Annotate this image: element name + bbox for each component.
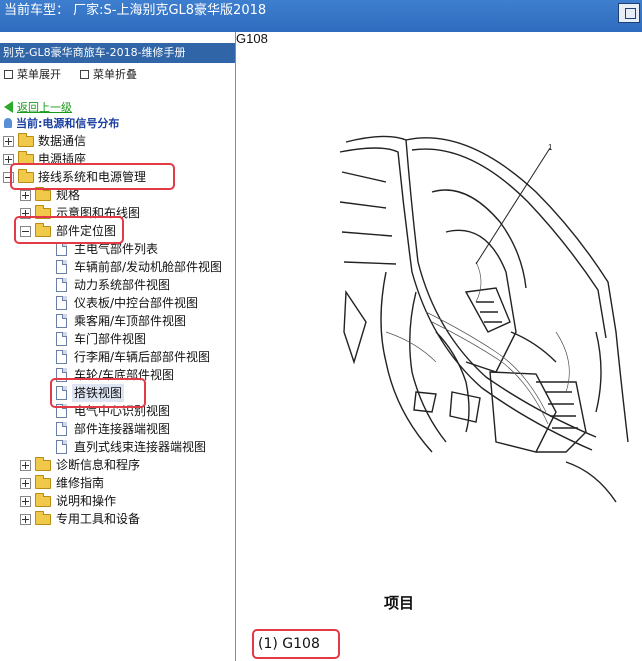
item-caption: 项目	[384, 594, 415, 612]
folder-icon	[35, 511, 51, 525]
component-diagram: G108 1	[236, 32, 629, 503]
highlight-box-wiring-power	[10, 163, 175, 190]
folder-icon	[35, 187, 51, 201]
window-title-bar: 当前车型： 厂家:S-上海别克GL8豪华版2018	[0, 0, 642, 32]
tree-leaf[interactable]: 动力系统部件视图	[0, 276, 235, 294]
document-icon	[56, 314, 67, 328]
document-icon	[56, 260, 67, 274]
tree-leaf[interactable]: 仪表板/中控台部件视图	[0, 294, 235, 312]
tree-node-label: 说明和操作	[56, 494, 117, 508]
tree-leaf-label: 车门部件视图	[74, 332, 147, 346]
callout-number: 1	[548, 143, 553, 152]
tree-leaf-label: 仪表板/中控台部件视图	[74, 296, 199, 310]
expand-toggle-icon[interactable]	[20, 478, 31, 489]
expand-toggle-icon[interactable]	[20, 514, 31, 525]
tree-node[interactable]: 专用工具和设备	[0, 510, 230, 528]
tree-leaf[interactable]: 直列式线束连接器端视图	[0, 438, 235, 456]
tree-node[interactable]: 数据通信	[0, 132, 230, 150]
folder-icon	[18, 133, 34, 147]
tree-leaf[interactable]: 乘客厢/车顶部件视图	[0, 312, 235, 330]
folder-icon	[35, 475, 51, 489]
collapse-menu-label: 菜单折叠	[93, 68, 137, 81]
tree-leaf-label: 行李厢/车辆后部部件视图	[74, 350, 211, 364]
folder-icon	[35, 493, 51, 507]
tree-node-label: 维修指南	[56, 476, 105, 490]
tree-leaf-label: 动力系统部件视图	[74, 278, 171, 292]
window-title: 当前车型： 厂家:S-上海别克GL8豪华版2018	[4, 3, 267, 18]
highlight-box-item-g108	[252, 629, 340, 659]
expand-toggle-icon[interactable]	[3, 136, 14, 147]
back-link[interactable]: 返回上一级	[4, 99, 72, 115]
tree-leaf-label: 部件连接器端视图	[74, 422, 171, 436]
expand-toggle-icon[interactable]	[20, 496, 31, 507]
tree-leaf[interactable]: 行李厢/车辆后部部件视图	[0, 348, 235, 366]
content-panel: G108 1 项目 (1) G108	[236, 32, 642, 661]
expand-all-icon	[4, 70, 13, 79]
back-link-label: 返回上一级	[17, 101, 72, 114]
collapse-all-icon	[80, 70, 89, 79]
tree-leaf[interactable]: 部件连接器端视图	[0, 420, 235, 438]
current-location: 当前:电源和信号分布	[4, 115, 119, 131]
tree-node[interactable]: 说明和操作	[0, 492, 230, 510]
document-icon	[56, 242, 67, 256]
tree-node-label: 专用工具和设备	[56, 512, 141, 526]
tree-node[interactable]: 维修指南	[0, 474, 230, 492]
tree-node[interactable]: 诊断信息和程序	[0, 456, 230, 474]
folder-icon	[35, 457, 51, 471]
document-icon	[56, 278, 67, 292]
current-location-label: 当前:电源和信号分布	[16, 117, 120, 130]
expand-menu-button[interactable]: 菜单展开	[4, 66, 61, 82]
tree-leaf-label: 车辆前部/发动机舱部件视图	[74, 260, 223, 274]
tree-node-label: 数据通信	[38, 134, 87, 148]
tree-leaf[interactable]: 车辆前部/发动机舱部件视图	[0, 258, 235, 276]
partial-heading: G108	[236, 32, 268, 46]
document-icon	[56, 332, 67, 346]
back-arrow-icon	[4, 101, 13, 113]
document-icon	[56, 440, 67, 454]
expand-menu-label: 菜单展开	[17, 68, 61, 81]
maximize-button[interactable]	[618, 3, 640, 23]
expand-toggle-icon[interactable]	[20, 460, 31, 471]
tree-leaf[interactable]: 车门部件视图	[0, 330, 235, 348]
highlight-box-ground-view	[50, 378, 146, 408]
collapse-menu-button[interactable]: 菜单折叠	[80, 66, 137, 82]
expand-toggle-icon[interactable]	[20, 190, 31, 201]
navigation-panel: 别克-GL8豪华商旅车-2018-维修手册 菜单展开 菜单折叠 返回上一级 当前…	[0, 32, 236, 661]
tree-node-label: 诊断信息和程序	[56, 458, 141, 472]
location-icon	[4, 118, 12, 128]
wire-harness-drawing	[385, 261, 570, 425]
callout-leader-line	[475, 147, 551, 265]
highlight-box-component-location	[14, 216, 124, 244]
tree-leaf-label: 乘客厢/车顶部件视图	[74, 314, 187, 328]
manual-title: 别克-GL8豪华商旅车-2018-维修手册	[0, 43, 235, 63]
document-icon	[56, 296, 67, 310]
tree-leaf-label: 直列式线束连接器端视图	[74, 440, 207, 454]
vehicle-engine-bay-drawing	[339, 135, 629, 503]
maximize-icon	[625, 8, 636, 19]
document-icon	[56, 350, 67, 364]
document-icon	[56, 422, 67, 436]
